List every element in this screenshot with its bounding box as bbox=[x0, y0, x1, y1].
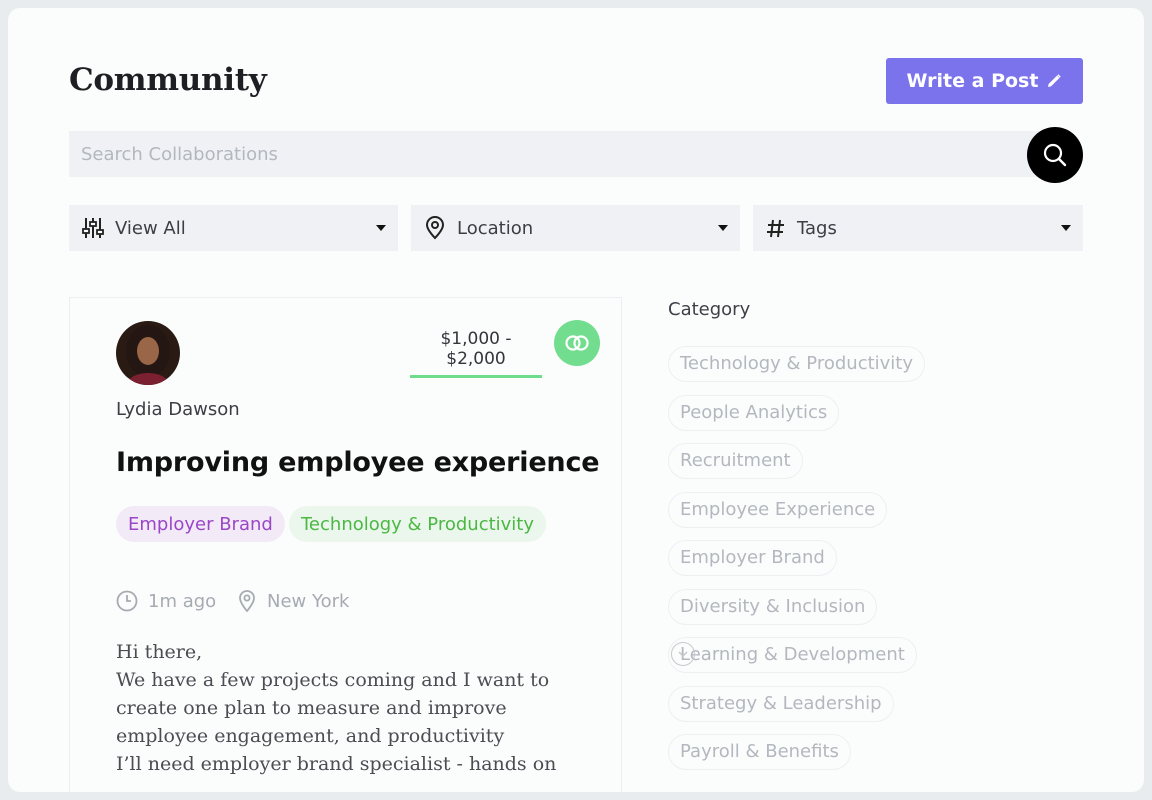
collaborate-button[interactable] bbox=[554, 320, 600, 366]
category-payroll-benefits[interactable]: Payroll & Benefits bbox=[668, 734, 851, 770]
post-tag-employer-brand[interactable]: Employer Brand bbox=[116, 506, 285, 542]
sliders-icon bbox=[82, 218, 104, 238]
map-pin-icon bbox=[425, 216, 445, 240]
location-text: New York bbox=[267, 590, 350, 612]
hashtag-icon bbox=[767, 219, 784, 238]
clock-icon bbox=[116, 590, 138, 612]
page-title: Community bbox=[69, 62, 267, 98]
search-bar bbox=[69, 131, 1059, 177]
author-name[interactable]: Lydia Dawson bbox=[116, 399, 240, 420]
view-all-filter[interactable]: View All bbox=[69, 205, 398, 251]
search-icon bbox=[1043, 143, 1067, 167]
chevron-down-icon bbox=[1061, 225, 1071, 231]
community-page: Community Write a Post View All bbox=[8, 8, 1144, 792]
category-people-analytics[interactable]: People Analytics bbox=[668, 394, 840, 431]
post-card[interactable]: Lydia Dawson $1,000 - $2,000 Improving e… bbox=[69, 297, 622, 792]
category-employer-brand[interactable]: Employer Brand bbox=[668, 540, 837, 576]
time-ago: 1m ago bbox=[148, 590, 217, 612]
search-button[interactable] bbox=[1027, 127, 1083, 183]
location-label: Location bbox=[457, 217, 534, 239]
pencil-icon bbox=[1048, 74, 1062, 87]
person-icon bbox=[126, 325, 170, 385]
post-body: Hi there, We have a few projects coming … bbox=[116, 641, 557, 775]
location-filter[interactable]: Location bbox=[411, 205, 740, 251]
chevron-down-icon bbox=[718, 225, 728, 231]
category-heading: Category bbox=[668, 299, 751, 320]
avatar[interactable] bbox=[116, 321, 180, 385]
tags-label: Tags bbox=[797, 217, 837, 239]
link-rings-icon bbox=[565, 335, 589, 351]
post-title[interactable]: Improving employee experience bbox=[116, 447, 600, 478]
budget-range: $1,000 - $2,000 bbox=[410, 329, 542, 378]
chevron-down-icon bbox=[376, 225, 386, 231]
category-strategy-leadership[interactable]: Strategy & Leadership bbox=[668, 685, 894, 722]
category-recruitment[interactable]: Recruitment bbox=[668, 443, 803, 479]
post-time: 1m ago bbox=[116, 590, 216, 612]
write-post-button[interactable]: Write a Post bbox=[886, 58, 1083, 104]
category-employee-experience[interactable]: Employee Experience bbox=[668, 491, 888, 528]
tags-filter[interactable]: Tags bbox=[753, 205, 1083, 251]
category-list: Technology & Productivity People Analyti… bbox=[668, 346, 1068, 783]
post-tag-technology[interactable]: Technology & Productivity bbox=[289, 506, 547, 542]
view-all-label: View All bbox=[115, 217, 186, 239]
write-post-label: Write a Post bbox=[906, 70, 1039, 92]
search-input[interactable] bbox=[69, 131, 1059, 177]
post-location: New York bbox=[237, 590, 349, 612]
category-technology-productivity[interactable]: Technology & Productivity bbox=[668, 346, 926, 382]
chevron-down-icon bbox=[678, 651, 688, 658]
category-diversity-inclusion[interactable]: Diversity & Inclusion bbox=[668, 588, 878, 625]
map-pin-icon bbox=[239, 590, 255, 612]
scroll-down-icon[interactable] bbox=[671, 642, 695, 666]
category-learning-development[interactable]: Learning & Development bbox=[668, 637, 917, 673]
